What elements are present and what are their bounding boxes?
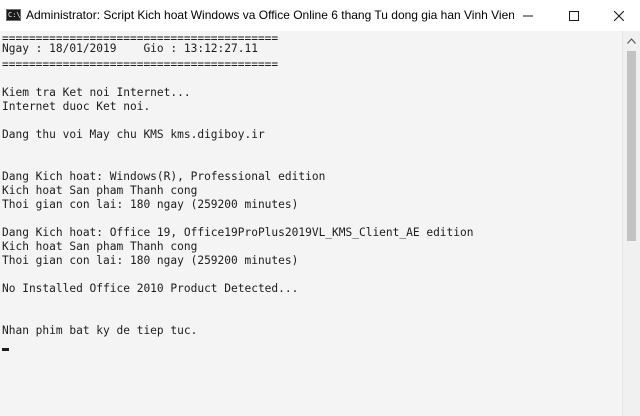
console-line: Kich hoat San pham Thanh cong [2, 184, 198, 197]
console-line: Thoi gian con lai: 180 ngay (259200 minu… [2, 198, 299, 211]
minimize-button[interactable] [505, 0, 551, 31]
text-cursor [2, 348, 9, 351]
cmd-app-icon: C:\ [6, 9, 21, 21]
maximize-icon [569, 10, 579, 21]
window-title: Administrator: Script Kich hoat Windows … [26, 8, 514, 22]
scrollbar-thumb[interactable] [627, 51, 636, 241]
console-line: ========================================… [2, 58, 279, 71]
console-line: No Installed Office 2010 Product Detecte… [2, 282, 299, 295]
console-line: Ngay : 18/01/2019 Gio : 13:12:27.11 [2, 42, 258, 55]
close-icon [613, 10, 624, 21]
close-button[interactable] [597, 0, 640, 31]
console-line: Dang Kich hoat: Windows(R), Professional… [2, 170, 326, 183]
chevron-up-icon [627, 31, 636, 49]
console-window: C:\ Administrator: Script Kich hoat Wind… [0, 0, 640, 416]
console-line: Kiem tra Ket noi Internet... [2, 86, 191, 99]
console-line: Dang Kich hoat: Office 19, Office19ProPl… [2, 226, 474, 239]
console-line: Nhan phim bat ky de tiep tuc. [2, 324, 198, 337]
console-line: Thoi gian con lai: 180 ngay (259200 minu… [2, 254, 299, 267]
minimize-icon [523, 11, 533, 21]
maximize-button[interactable] [551, 0, 597, 31]
scroll-up-button[interactable] [623, 31, 640, 48]
title-bar[interactable]: C:\ Administrator: Script Kich hoat Wind… [0, 0, 640, 31]
console-line: Kich hoat San pham Thanh cong [2, 240, 198, 253]
vertical-scrollbar[interactable] [622, 31, 640, 416]
console-output[interactable]: ========================================… [0, 31, 622, 416]
console-line: Dang thu voi May chu KMS kms.digiboy.ir [2, 128, 265, 141]
console-line: Internet duoc Ket noi. [2, 100, 151, 113]
